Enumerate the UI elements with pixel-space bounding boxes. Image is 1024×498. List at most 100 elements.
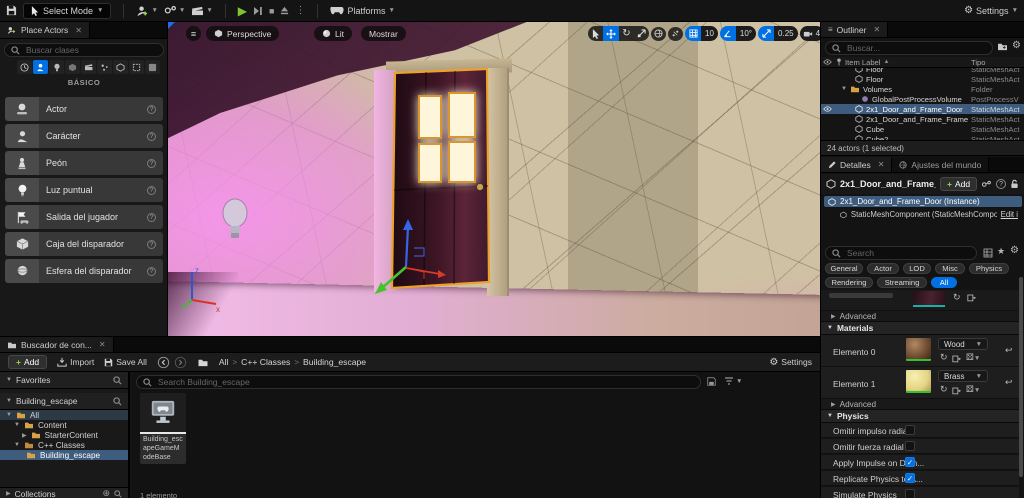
search-icon[interactable] <box>114 490 122 498</box>
blueprint-convert-icon[interactable] <box>981 180 992 189</box>
category-geometry-icon[interactable] <box>113 60 128 74</box>
visibility-column-eye-icon[interactable] <box>821 59 833 65</box>
tab-world-settings[interactable]: Ajustes del mundo <box>892 157 989 172</box>
surface-snap-toggle[interactable] <box>668 27 683 41</box>
close-icon[interactable]: ✕ <box>99 340 106 349</box>
filter-rendering[interactable]: Rendering <box>825 277 873 288</box>
scale-snap-group[interactable]: 0.25 <box>758 26 798 41</box>
rotate-tool[interactable]: ↻ <box>619 26 634 41</box>
tab-place-actors[interactable]: Place Actors ✕ <box>0 22 90 38</box>
place-actor-item-player-start[interactable]: Salida del jugador? <box>5 205 163 229</box>
tab-details[interactable]: Detalles ✕ <box>821 157 892 172</box>
category-cinematic-icon[interactable] <box>81 60 96 74</box>
checkbox[interactable] <box>905 457 915 467</box>
breadcrumb-all[interactable]: All <box>219 357 229 367</box>
filter-actor[interactable]: Actor <box>867 263 899 274</box>
outliner-row-folder[interactable]: ▼ VolumesFolder <box>821 84 1024 94</box>
details-search[interactable] <box>825 246 977 260</box>
frame-skip-button[interactable] <box>253 6 263 16</box>
outliner-row[interactable]: CubeStaticMeshAct <box>821 124 1024 134</box>
search-input[interactable] <box>24 44 157 56</box>
checkbox[interactable] <box>905 441 915 451</box>
show-dropdown[interactable]: Mostrar <box>361 26 406 41</box>
lock-icon[interactable] <box>1010 179 1019 189</box>
help-icon[interactable]: ? <box>147 105 156 114</box>
content-browser-settings[interactable]: ⚙Settings <box>769 357 812 368</box>
tab-content-browser[interactable]: Buscador de con... ✕ <box>0 337 114 352</box>
perspective-dropdown[interactable]: Perspective <box>206 26 279 41</box>
close-icon[interactable]: ✕ <box>75 26 82 35</box>
tree-item-all[interactable]: ▼ All <box>0 410 128 420</box>
place-actor-item-pawn[interactable]: Peón? <box>5 151 163 175</box>
category-recent-icon[interactable] <box>17 60 32 74</box>
use-selected-asset-icon[interactable] <box>952 386 962 395</box>
display-grid-icon[interactable] <box>983 248 993 258</box>
place-actor-item-actor[interactable]: Actor? <box>5 97 163 121</box>
edit-blueprint-link[interactable]: Edit i <box>1001 210 1018 219</box>
breadcrumb-building-escape[interactable]: Building_escape <box>303 357 366 367</box>
help-icon[interactable]: ? <box>147 213 156 222</box>
search-icon[interactable] <box>113 376 122 385</box>
cinematics-icon[interactable]: ▼ <box>191 5 212 16</box>
material-select-brass[interactable]: Brass▼ <box>938 370 988 382</box>
checkbox[interactable] <box>905 473 915 483</box>
filter-lod[interactable]: LOD <box>903 263 931 274</box>
place-actor-item-character[interactable]: Carácter? <box>5 124 163 148</box>
angle-snap-group[interactable]: 10° <box>720 26 756 41</box>
browse-to-asset-icon[interactable]: ↻ <box>940 352 948 363</box>
category-volumes-icon[interactable] <box>129 60 144 74</box>
project-header[interactable]: ▼ Building_escape <box>0 393 128 410</box>
dice-random-icon[interactable]: ⚄▼ <box>966 384 980 395</box>
folder-icon[interactable] <box>197 358 209 367</box>
category-shapes-icon[interactable] <box>65 60 80 74</box>
expand-caret-icon[interactable]: ▼ <box>841 86 847 92</box>
tree-item-content[interactable]: ▼ Content <box>0 420 128 430</box>
scale-snap-value[interactable]: 0.25 <box>774 26 798 41</box>
material-thumbnail-wood[interactable] <box>906 338 931 361</box>
help-icon[interactable]: ? <box>996 179 1006 189</box>
filter-physics[interactable]: Physics <box>969 263 1009 274</box>
category-basic-icon[interactable] <box>33 60 48 74</box>
advanced-section-row[interactable]: ▶Advanced <box>821 399 1019 410</box>
reset-to-default-icon[interactable]: ↩ <box>1005 377 1013 388</box>
world-space-toggle[interactable] <box>651 27 666 41</box>
tree-item-building-escape-selected[interactable]: Building_escape <box>0 450 128 460</box>
filter-all[interactable]: All <box>931 277 957 288</box>
help-icon[interactable]: ? <box>147 159 156 168</box>
filter-misc[interactable]: Misc <box>935 263 965 274</box>
use-selected-asset-icon[interactable] <box>967 293 977 302</box>
close-icon[interactable]: ✕ <box>878 160 885 169</box>
add-component-button[interactable]: +Add <box>940 177 977 191</box>
select-tool[interactable] <box>588 26 603 41</box>
save-all-button[interactable]: Save All <box>104 357 147 367</box>
details-settings-gear-icon[interactable]: ⚙ <box>1010 245 1019 256</box>
play-button[interactable]: ▶ <box>238 4 247 18</box>
stop-button[interactable]: ■ <box>269 6 274 16</box>
close-icon[interactable]: ✕ <box>873 25 880 34</box>
browse-to-asset-icon[interactable]: ↻ <box>940 384 948 395</box>
outliner-search[interactable] <box>825 41 993 55</box>
lit-dropdown[interactable]: Lit <box>314 26 352 41</box>
help-icon[interactable]: ? <box>147 240 156 249</box>
materials-section-header[interactable]: ▼Materials <box>821 322 1019 335</box>
browse-to-asset-icon[interactable]: ↻ <box>953 292 961 303</box>
advanced-section-row[interactable]: ▶Advanced <box>821 311 1019 322</box>
play-options-kebab-icon[interactable]: ⋮ <box>295 5 305 16</box>
favorites-header[interactable]: ▼ Favorites <box>0 372 128 389</box>
move-tool[interactable] <box>603 26 619 41</box>
place-actor-item-point-light[interactable]: Luz puntual? <box>5 178 163 202</box>
checkbox[interactable] <box>905 425 915 435</box>
add-actor-icon[interactable]: ▼ <box>136 5 157 17</box>
filter-general[interactable]: General <box>825 263 863 274</box>
search-input[interactable] <box>845 42 986 54</box>
place-actor-item-trigger-sphere[interactable]: Esfera del disparador? <box>5 259 163 283</box>
outliner-row[interactable]: GlobalPostProcessVolumePostProcessV <box>821 94 1024 104</box>
place-actor-item-trigger-box[interactable]: Caja del disparador? <box>5 232 163 256</box>
checkbox[interactable] <box>905 489 915 498</box>
scale-tool[interactable] <box>634 26 649 41</box>
new-folder-icon[interactable] <box>997 42 1008 51</box>
place-actors-search[interactable] <box>4 43 164 57</box>
tree-item-startercontent[interactable]: ▶ StarterContent <box>0 430 128 440</box>
component-row-instance[interactable]: 2x1_Door_and_Frame_Door (Instance) <box>824 196 1022 207</box>
category-lights-icon[interactable] <box>49 60 64 74</box>
